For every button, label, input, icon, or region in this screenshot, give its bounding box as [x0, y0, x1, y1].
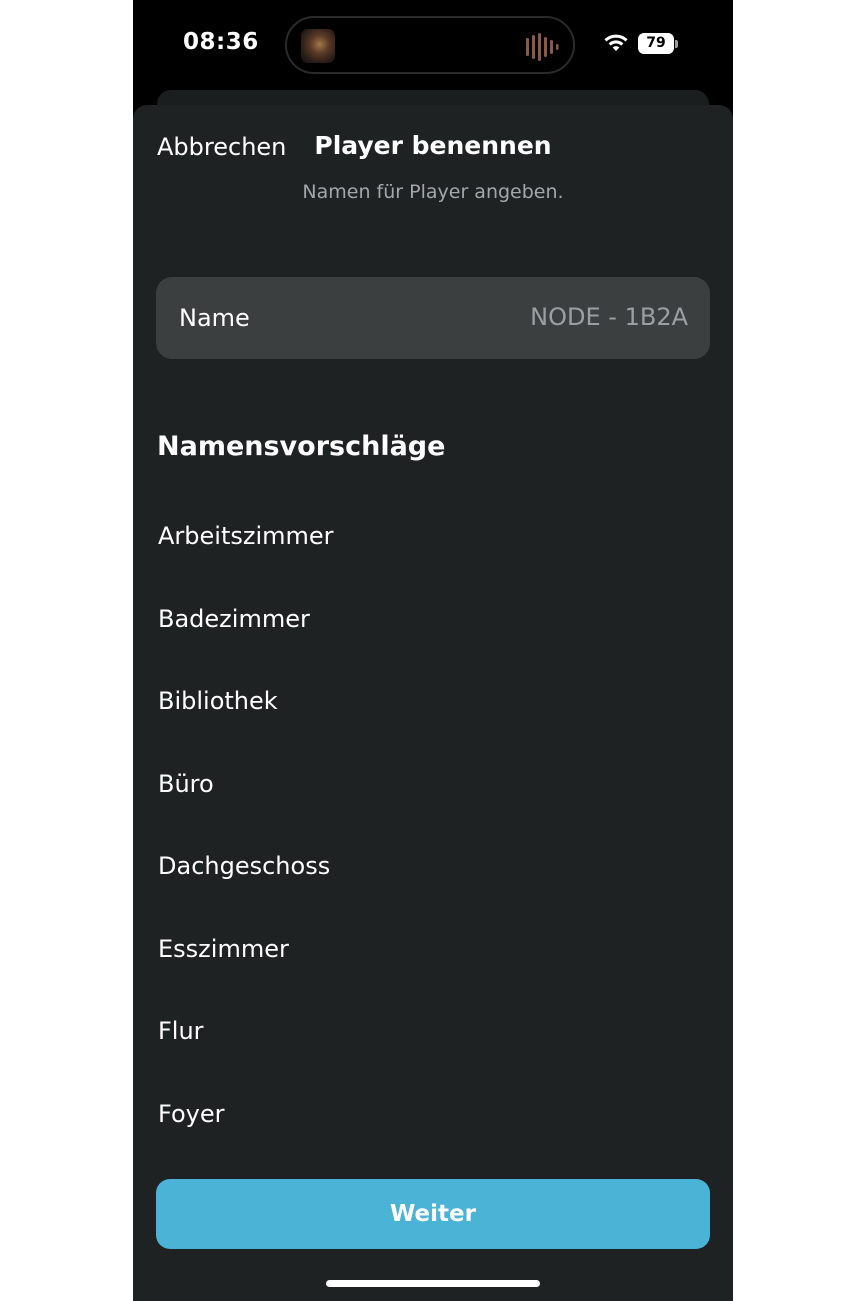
suggestion-item-buero[interactable]: Büro: [133, 743, 733, 826]
phone-screen: 08:36 79 Abbrechen Player benennen Namen…: [133, 0, 733, 1301]
sheet-subtitle: Namen für Player angeben.: [302, 181, 564, 203]
suggestion-item-esszimmer[interactable]: Esszimmer: [133, 908, 733, 991]
continue-button[interactable]: Weiter: [156, 1179, 710, 1249]
battery-tip: [675, 40, 678, 48]
rename-player-sheet: Abbrechen Player benennen Namen für Play…: [133, 105, 733, 1301]
suggestion-item-arbeitszimmer[interactable]: Arbeitszimmer: [133, 495, 733, 578]
wifi-icon: [604, 34, 628, 51]
status-time: 08:36: [183, 29, 259, 55]
sheet-title: Player benennen: [314, 131, 552, 160]
album-art-icon: [301, 29, 335, 63]
suggestion-item-dachgeschoss[interactable]: Dachgeschoss: [133, 825, 733, 908]
name-field[interactable]: Name: [156, 277, 710, 359]
dynamic-island[interactable]: [285, 16, 575, 74]
suggestion-item-foyer[interactable]: Foyer: [133, 1073, 733, 1156]
name-input[interactable]: [388, 297, 688, 337]
suggestion-item-flur[interactable]: Flur: [133, 990, 733, 1073]
battery-indicator: 79: [638, 33, 674, 54]
suggestion-item-badezimmer[interactable]: Badezimmer: [133, 578, 733, 661]
suggestion-item-bibliothek[interactable]: Bibliothek: [133, 660, 733, 743]
name-field-label: Name: [179, 304, 250, 332]
home-indicator[interactable]: [326, 1280, 540, 1287]
suggestions-heading: Namensvorschläge: [157, 431, 446, 462]
suggestions-list: Arbeitszimmer Badezimmer Bibliothek Büro…: [133, 495, 733, 1155]
audio-waveform-icon: [526, 33, 559, 61]
